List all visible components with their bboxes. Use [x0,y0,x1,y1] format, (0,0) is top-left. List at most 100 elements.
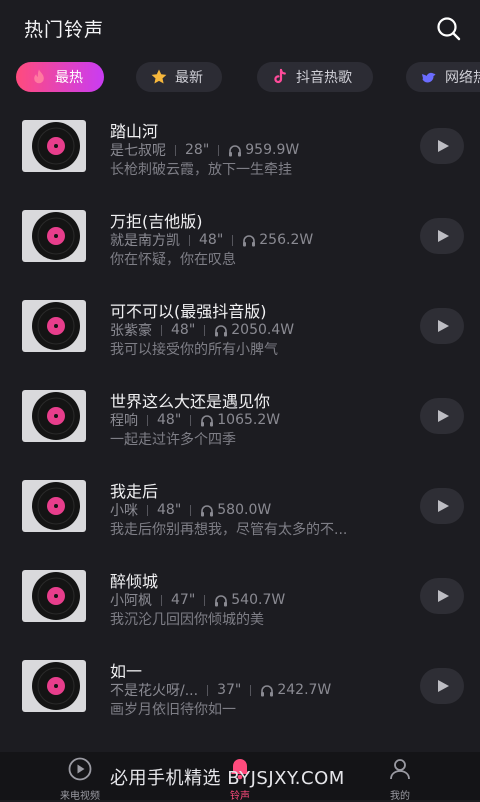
page-title: 热门铃声 [24,19,105,41]
play-button[interactable] [420,398,464,434]
song-artist: 小阿枫 [110,593,152,609]
play-icon [438,320,449,332]
star-icon [151,69,167,84]
song-lyric: 你在怀疑，你在叹息 [110,252,236,268]
song-artist: 程响 [110,413,138,429]
divider [250,684,252,696]
vinyl-record-icon [22,300,86,352]
song-duration: 48" [171,322,196,338]
headphones-icon [229,144,242,156]
song-lyric: 我可以接受你的所有小脾气 [110,342,278,358]
divider [204,324,206,336]
divider [161,324,162,336]
song-meta: 张紫豪 48" 2050.4W [110,320,294,340]
song-row[interactable]: 世界这么大还是遇见你 程响 48" 1065.2W 一起走过许多个四季 [0,370,480,460]
headphones-icon [215,324,228,336]
tab-label: 最热 [55,70,83,86]
app-header: 热门铃声 [0,0,480,56]
divider [190,414,192,426]
song-meta: 程响 48" 1065.2W [110,410,280,430]
divider [218,144,220,156]
play-button[interactable] [420,308,464,344]
song-artist: 张紫豪 [110,323,152,339]
search-button[interactable] [434,14,464,44]
category-tabs: 最热 最新 抖音热歌 网络热 [0,58,480,98]
tab-hottest[interactable]: 最热 [16,62,104,92]
play-icon [438,410,449,422]
bird-icon [422,72,436,83]
song-duration: 48" [199,232,224,248]
divider [204,594,206,606]
song-meta: 就是南方凯 48" 256.2W [110,230,313,250]
divider [175,144,176,156]
vinyl-record-icon [22,120,86,172]
song-duration: 47" [171,592,196,608]
watermark: 必用手机精选 BYJSJXY.COM [110,768,345,789]
tab-douyin-hits[interactable]: 抖音热歌 [257,62,373,92]
song-meta: 不是花火呀/... 37" 242.7W [110,680,331,700]
headphones-icon [201,504,214,516]
song-row[interactable]: 醉倾城 小阿枫 47" 540.7W 我沉沦几回因你倾城的美 [0,550,480,640]
vinyl-record-icon [22,480,86,532]
play-icon [438,680,449,692]
tiktok-icon [274,68,286,84]
song-artist: 是七叔呢 [110,143,166,159]
song-artist: 就是南方凯 [110,233,180,249]
headphones-icon [215,594,228,606]
song-row[interactable]: 可不可以(最强抖音版) 张紫豪 48" 2050.4W 我可以接受你的所有小脾气 [0,280,480,370]
play-icon [438,140,449,152]
song-row[interactable]: 如一 不是花火呀/... 37" 242.7W 画岁月依旧待你如一 [0,640,480,730]
tab-internet-hits[interactable]: 网络热 [406,62,480,92]
search-icon [437,17,461,41]
divider [190,504,192,516]
tab-newest[interactable]: 最新 [136,62,222,92]
song-title: 踏山河 [110,122,159,141]
divider [207,684,209,696]
song-title: 如一 [110,662,143,681]
song-plays: 1065.2W [217,412,281,428]
vinyl-record-icon [22,660,86,712]
play-icon [438,590,449,602]
song-lyric: 长枪刺破云霞，放下一生牵挂 [110,162,292,178]
play-button[interactable] [420,668,464,704]
user-icon [390,759,410,780]
song-row[interactable]: 踏山河 是七叔呢 28" 959.9W 长枪刺破云霞，放下一生牵挂 [0,100,480,190]
play-button[interactable] [420,488,464,524]
song-lyric: 画岁月依旧待你如一 [110,702,236,718]
song-duration: 37" [217,682,242,698]
song-plays: 959.9W [245,142,300,158]
nav-item-caller-video[interactable]: 来电视频 [40,756,120,802]
flame-icon [34,69,44,84]
song-lyric: 一起走过许多个四季 [110,432,236,448]
song-plays: 242.7W [277,682,332,698]
song-plays: 540.7W [231,592,286,608]
tab-label: 网络热 [445,70,480,86]
tab-label: 抖音热歌 [296,70,352,86]
song-title: 万拒(吉他版) [110,212,203,231]
song-meta: 小咪 48" 580.0W [110,500,271,520]
play-button[interactable] [420,218,464,254]
song-meta: 小阿枫 47" 540.7W [110,590,285,610]
song-plays: 256.2W [259,232,314,248]
headphones-icon [243,234,256,246]
song-plays: 2050.4W [231,322,295,338]
play-button[interactable] [420,128,464,164]
song-artist: 不是花火呀/... [110,683,199,699]
vinyl-record-icon [22,210,86,262]
song-row[interactable]: 我走后 小咪 48" 580.0W 我走后你别再想我，尽管有太多的不... [0,460,480,550]
nav-item-mine[interactable]: 我的 [360,756,440,802]
song-lyric: 我沉沦几回因你倾城的美 [110,612,264,628]
play-button[interactable] [420,578,464,614]
song-row[interactable]: 万拒(吉他版) 就是南方凯 48" 256.2W 你在怀疑，你在叹息 [0,190,480,280]
vinyl-record-icon [22,570,86,622]
song-duration: 48" [157,412,182,428]
song-title: 我走后 [110,482,159,501]
song-lyric: 我走后你别再想我，尽管有太多的不... [110,522,348,538]
divider [147,414,148,426]
song-title: 醉倾城 [110,572,159,591]
song-title: 世界这么大还是遇见你 [110,392,271,411]
song-plays: 580.0W [217,502,272,518]
vinyl-record-icon [22,390,86,442]
song-duration: 28" [185,142,210,158]
song-duration: 48" [157,502,182,518]
